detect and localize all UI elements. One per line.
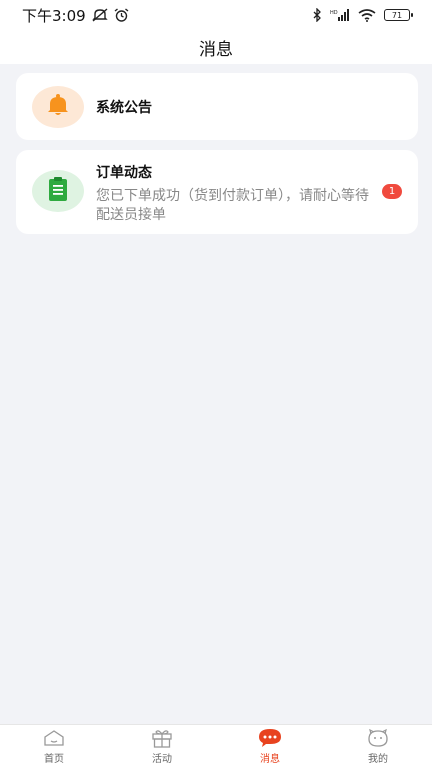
tab-label: 消息 <box>260 754 280 765</box>
nav-bar: 消息 <box>0 30 432 64</box>
mute-icon <box>91 8 108 22</box>
message-item-order-updates[interactable]: 订单动态 您已下单成功（货到付款订单），请耐心等待配送员接单 1 <box>16 150 418 234</box>
alarm-icon <box>114 8 129 22</box>
home-icon <box>43 728 65 748</box>
status-time: 下午3:09 <box>22 6 86 25</box>
status-right: HD 71 <box>312 8 413 22</box>
bluetooth-icon <box>312 8 322 22</box>
bell-icon <box>45 92 71 122</box>
clipboard-icon <box>46 176 70 206</box>
tab-mine[interactable]: 我的 <box>324 725 432 768</box>
message-title: 订单动态 <box>96 165 152 181</box>
chat-icon <box>258 728 282 748</box>
order-updates-avatar <box>32 170 84 212</box>
tab-messages[interactable]: 消息 <box>216 725 324 768</box>
system-notice-avatar <box>32 85 84 128</box>
battery-icon: 71 <box>384 9 413 21</box>
order-updates-body: 订单动态 您已下单成功（货到付款订单），请耐心等待配送员接单 <box>96 162 402 225</box>
tab-activity[interactable]: 活动 <box>108 725 216 768</box>
profile-icon <box>367 728 389 748</box>
tab-home[interactable]: 首页 <box>0 725 108 768</box>
tab-label: 活动 <box>152 754 172 765</box>
message-title: 系统公告 <box>96 99 152 116</box>
message-item-system-notice[interactable]: 系统公告 <box>16 73 418 140</box>
wifi-icon <box>358 8 376 22</box>
status-left: 下午3:09 <box>22 5 129 26</box>
unread-badge: 1 <box>382 184 402 199</box>
status-bar: 下午3:09 HD 71 <box>0 0 432 30</box>
tab-label: 首页 <box>44 754 64 765</box>
page-title: 消息 <box>199 39 233 60</box>
signal-icon: HD <box>330 9 350 21</box>
message-preview: 您已下单成功（货到付款订单），请耐心等待配送员接单 <box>96 188 369 223</box>
tab-label: 我的 <box>368 754 388 765</box>
gift-icon <box>151 728 173 748</box>
tab-bar: 首页 活动 消息 我的 <box>0 724 432 768</box>
svg-text:HD: HD <box>330 10 338 16</box>
message-list: 系统公告 订单动态 您已下单成功（货到付款订单），请耐心等待配送员接单 1 <box>16 73 418 244</box>
system-notice-body: 系统公告 <box>96 97 402 117</box>
battery-level: 71 <box>391 10 403 20</box>
